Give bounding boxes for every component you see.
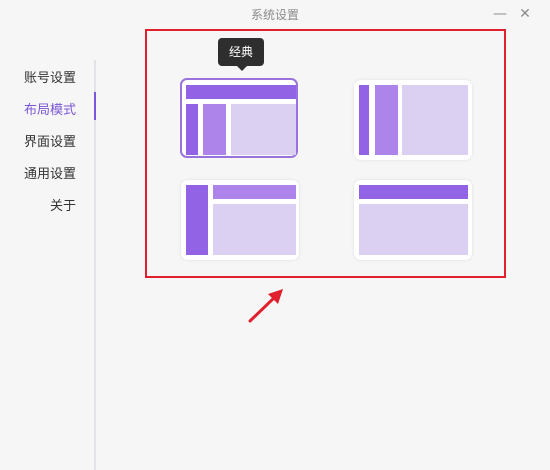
sidebar-active-indicator <box>94 92 96 120</box>
sidebar-item-about[interactable]: 关于 <box>50 195 76 214</box>
minimize-icon[interactable]: — <box>491 5 509 23</box>
close-icon[interactable]: ✕ <box>516 5 534 23</box>
layout-header-block <box>186 85 296 99</box>
window-title: 系统设置 <box>250 8 299 22</box>
layout-content-block <box>402 85 468 155</box>
layout-option-double-sidebar[interactable] <box>354 80 472 160</box>
layout-content-block <box>213 204 296 255</box>
red-arrow-icon <box>248 289 283 323</box>
layout-sidebar-block <box>186 104 198 155</box>
layout-tooltip: 经典 <box>218 38 264 71</box>
sidebar-item-layout[interactable]: 布局模式 <box>24 99 76 118</box>
layout-sidebar-block <box>359 85 369 155</box>
title-bar: 系统设置 — ✕ <box>0 0 550 30</box>
layout-option-top-header[interactable] <box>354 180 472 260</box>
sidebar-item-account[interactable]: 账号设置 <box>24 67 76 86</box>
settings-sidebar: 账号设置 布局模式 界面设置 通用设置 关于 <box>0 60 96 470</box>
layout-subsidebar-block <box>203 104 226 155</box>
layout-header-block <box>359 185 468 199</box>
layout-subsidebar-block <box>375 85 398 155</box>
sidebar-item-general[interactable]: 通用设置 <box>24 163 76 182</box>
layout-sidebar-block <box>186 185 208 255</box>
layout-option-sidebar-header[interactable] <box>181 180 299 260</box>
layout-content-block <box>231 104 296 155</box>
layout-option-classic[interactable] <box>180 78 298 158</box>
sidebar-divider <box>94 60 96 470</box>
layout-header-block <box>213 185 296 199</box>
sidebar-item-interface[interactable]: 界面设置 <box>24 131 76 150</box>
layout-content-block <box>359 204 468 255</box>
